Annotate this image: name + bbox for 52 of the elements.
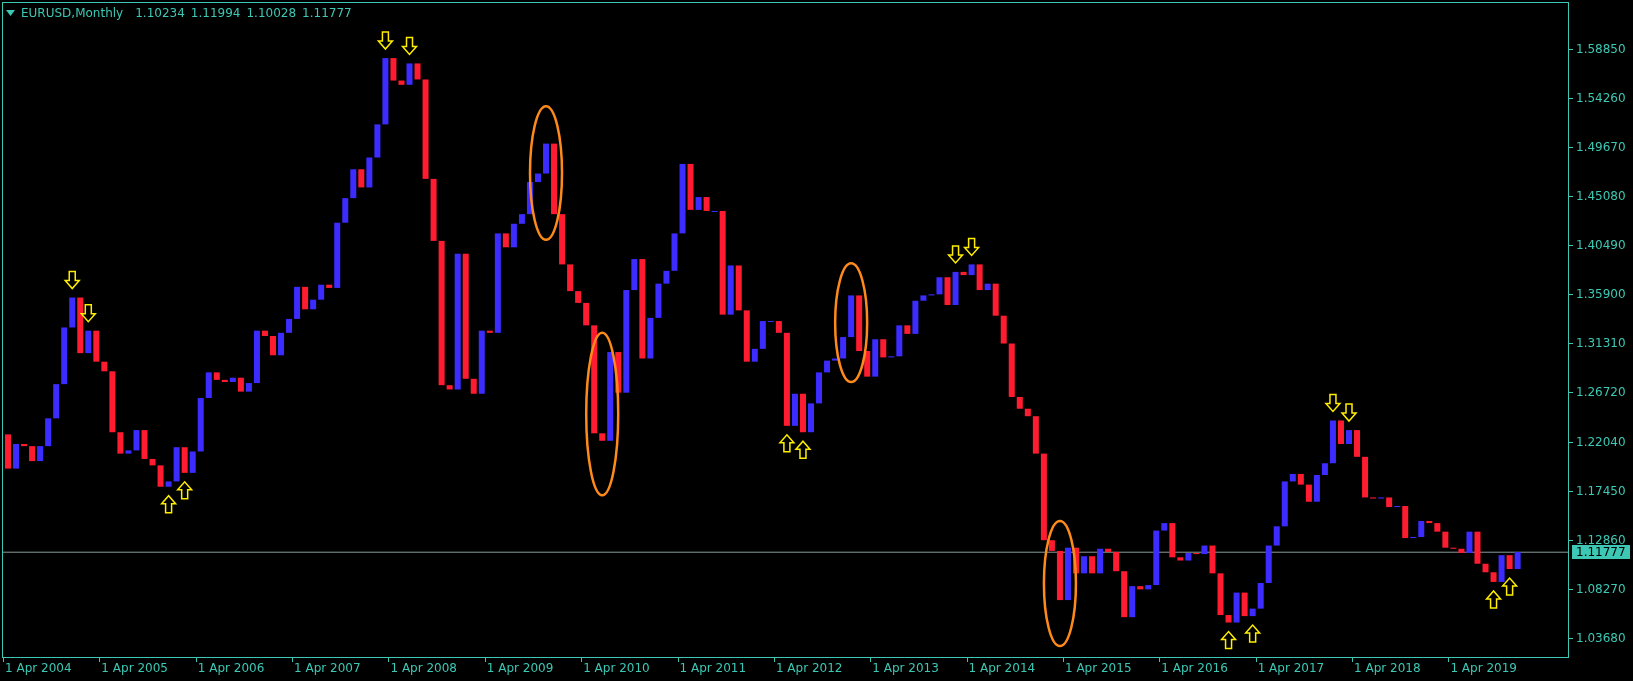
- ohlc-value: 1.10234: [135, 5, 185, 22]
- up-arrow-icon: [159, 494, 178, 514]
- date-axis-label: 1 Apr 2004: [5, 661, 72, 675]
- date-axis-label: 1 Apr 2015: [1064, 661, 1132, 675]
- date-axis-label: 1 Apr 2008: [390, 661, 457, 675]
- down-arrow-icon: [946, 245, 965, 265]
- date-axis-label: 1 Apr 2006: [197, 661, 265, 675]
- date-axis-label: 1 Apr 2017: [1257, 661, 1325, 675]
- up-arrow-icon: [176, 480, 194, 500]
- up-arrow-icon: [778, 433, 796, 453]
- date-axis-label: 1 Apr 2010: [583, 661, 650, 675]
- down-arrow-icon: [63, 270, 81, 290]
- down-arrow-icon: [1340, 403, 1358, 423]
- price-axis-label: 1.08270: [1576, 581, 1626, 596]
- dropdown-triangle-icon[interactable]: [6, 10, 15, 16]
- price-axis-label: 1.26720: [1576, 385, 1626, 400]
- price-axis-label: 1.40490: [1576, 238, 1626, 253]
- price-axis-label: 1.17450: [1576, 483, 1626, 498]
- price-axis-label: 1.35900: [1576, 287, 1626, 302]
- ohlc-value: 1.11777: [302, 5, 352, 22]
- current-price-label: 1.11777: [1572, 545, 1630, 560]
- date-axis-label: 1 Apr 2007: [294, 661, 361, 675]
- date-axis-label: 1 Apr 2005: [101, 661, 168, 675]
- date-axis-label: 1 Apr 2019: [1450, 661, 1517, 675]
- price-axis-label: 1.31310: [1576, 336, 1626, 351]
- up-arrow-icon: [1244, 623, 1262, 643]
- date-axis-label: 1 Apr 2018: [1354, 661, 1421, 675]
- up-arrow-icon: [794, 440, 812, 459]
- price-axis-label: 1.58850: [1576, 42, 1626, 56]
- up-arrow-icon: [1500, 576, 1519, 596]
- down-arrow-icon: [1324, 393, 1342, 413]
- ohlc-value: 1.11994: [190, 5, 241, 22]
- date-axis-label: 1 Apr 2013: [872, 661, 939, 675]
- date-axis-label: 1 Apr 2012: [775, 661, 843, 675]
- price-axis-label: 1.03680: [1576, 630, 1626, 645]
- up-arrow-icon: [1219, 630, 1238, 650]
- price-axis-label: 1.54260: [1576, 91, 1626, 106]
- date-axis-label: 1 Apr 2014: [968, 661, 1036, 675]
- price-axis-label: 1.12860: [1576, 532, 1626, 547]
- date-axis-label: 1 Apr 2009: [486, 661, 554, 675]
- ohlc-value: 1.10028: [246, 5, 297, 22]
- down-arrow-icon: [400, 36, 419, 56]
- down-arrow-icon: [962, 237, 981, 257]
- price-axis-label: 1.45080: [1576, 189, 1626, 204]
- up-arrow-icon: [1484, 589, 1503, 609]
- down-arrow-icon: [376, 31, 395, 51]
- date-axis-label: 1 Apr 2016: [1161, 661, 1228, 675]
- date-axis-label: 1 Apr 2011: [679, 661, 747, 675]
- symbol-title: EURUSD,Monthly: [21, 5, 124, 22]
- price-axis-label: 1.49670: [1576, 140, 1626, 155]
- down-arrow-icon: [79, 303, 97, 323]
- price-axis-label: 1.22040: [1576, 434, 1626, 449]
